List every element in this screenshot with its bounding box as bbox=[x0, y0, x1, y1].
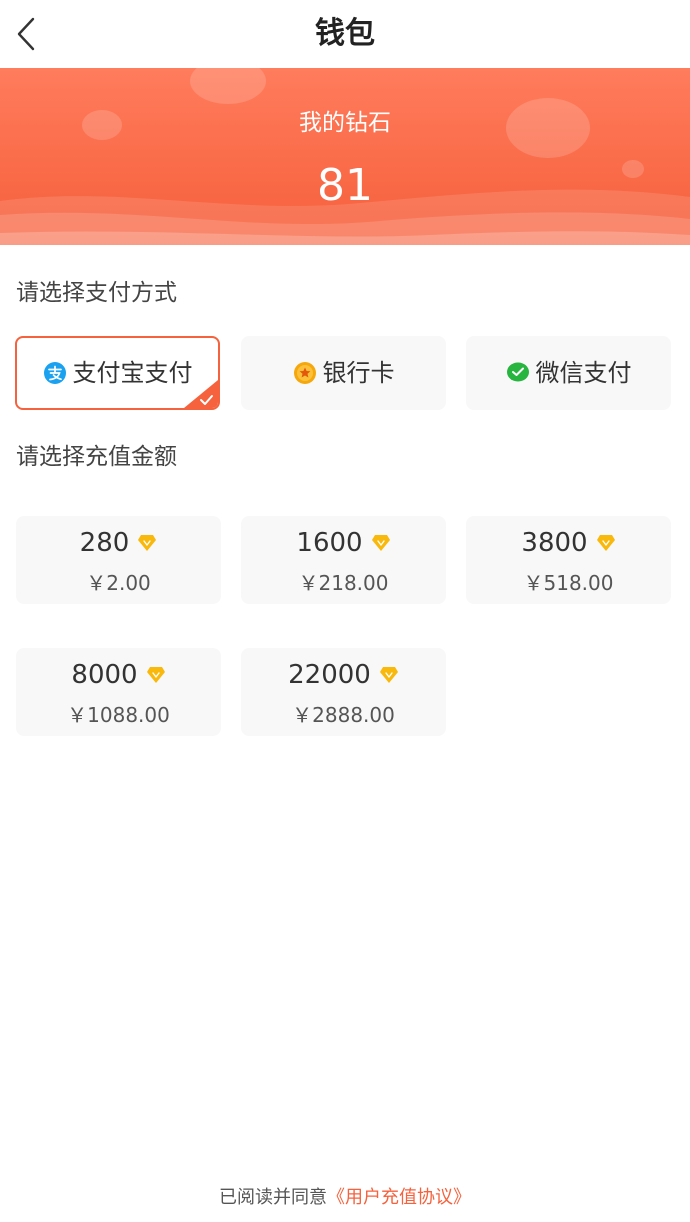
payment-option-label: 微信支付 bbox=[535, 359, 632, 387]
amount-price: ￥2888.00 bbox=[292, 703, 395, 727]
selected-check-icon bbox=[184, 380, 218, 408]
diamond-icon bbox=[596, 535, 615, 551]
amount-option-1600[interactable]: 1600 ￥218.00 bbox=[241, 516, 446, 604]
amount-option-280[interactable]: 280 ￥2.00 bbox=[16, 516, 221, 604]
payment-option-alipay[interactable]: 支付宝支付 bbox=[15, 336, 220, 410]
amount-value: 280 bbox=[79, 528, 130, 558]
diamond-icon bbox=[371, 535, 390, 551]
payment-option-label: 银行卡 bbox=[322, 359, 395, 387]
amount-price: ￥2.00 bbox=[86, 571, 151, 595]
diamond-icon bbox=[379, 667, 398, 683]
amount-price: ￥1088.00 bbox=[67, 703, 170, 727]
amount-value: 3800 bbox=[521, 528, 588, 558]
alipay-icon bbox=[43, 362, 66, 384]
page-title: 钱包 bbox=[315, 16, 375, 51]
amount-value: 8000 bbox=[71, 660, 138, 690]
agreement-prefix: 已阅读并同意 bbox=[219, 1187, 327, 1208]
amount-option-3800[interactable]: 3800 ￥518.00 bbox=[466, 516, 671, 604]
recharge-amount-title: 请选择充值金额 bbox=[16, 444, 177, 470]
payment-option-label: 支付宝支付 bbox=[72, 359, 193, 387]
amount-option-22000[interactable]: 22000 ￥2888.00 bbox=[241, 648, 446, 736]
diamond-icon bbox=[138, 535, 157, 551]
amount-option-8000[interactable]: 8000 ￥1088.00 bbox=[16, 648, 221, 736]
payment-method-title: 请选择支付方式 bbox=[16, 280, 177, 306]
amount-price: ￥218.00 bbox=[298, 571, 389, 595]
amount-value: 22000 bbox=[288, 660, 371, 690]
decorative-bubble bbox=[190, 68, 266, 104]
bank-card-icon bbox=[293, 362, 316, 384]
payment-option-wechat[interactable]: 微信支付 bbox=[466, 336, 671, 410]
payment-option-bank-card[interactable]: 银行卡 bbox=[241, 336, 446, 410]
recharge-agreement: 已阅读并同意《用户充值协议》 bbox=[0, 1185, 690, 1211]
amount-value: 1600 bbox=[296, 528, 363, 558]
diamond-balance-banner: 我的钻石 81 bbox=[0, 68, 690, 245]
wallet-page: 钱包 我的钻石 81 请选择支付方式 支付宝支付 银行卡 微信支付 请选择充值金… bbox=[0, 0, 690, 1222]
diamond-icon bbox=[146, 667, 165, 683]
diamond-balance-label: 我的钻石 bbox=[299, 110, 391, 136]
diamond-balance-value: 81 bbox=[317, 160, 373, 211]
top-bar: 钱包 bbox=[0, 0, 690, 68]
wechat-pay-icon bbox=[506, 362, 529, 382]
recharge-agreement-link[interactable]: 《用户充值协议》 bbox=[327, 1187, 471, 1208]
amount-price: ￥518.00 bbox=[523, 571, 614, 595]
